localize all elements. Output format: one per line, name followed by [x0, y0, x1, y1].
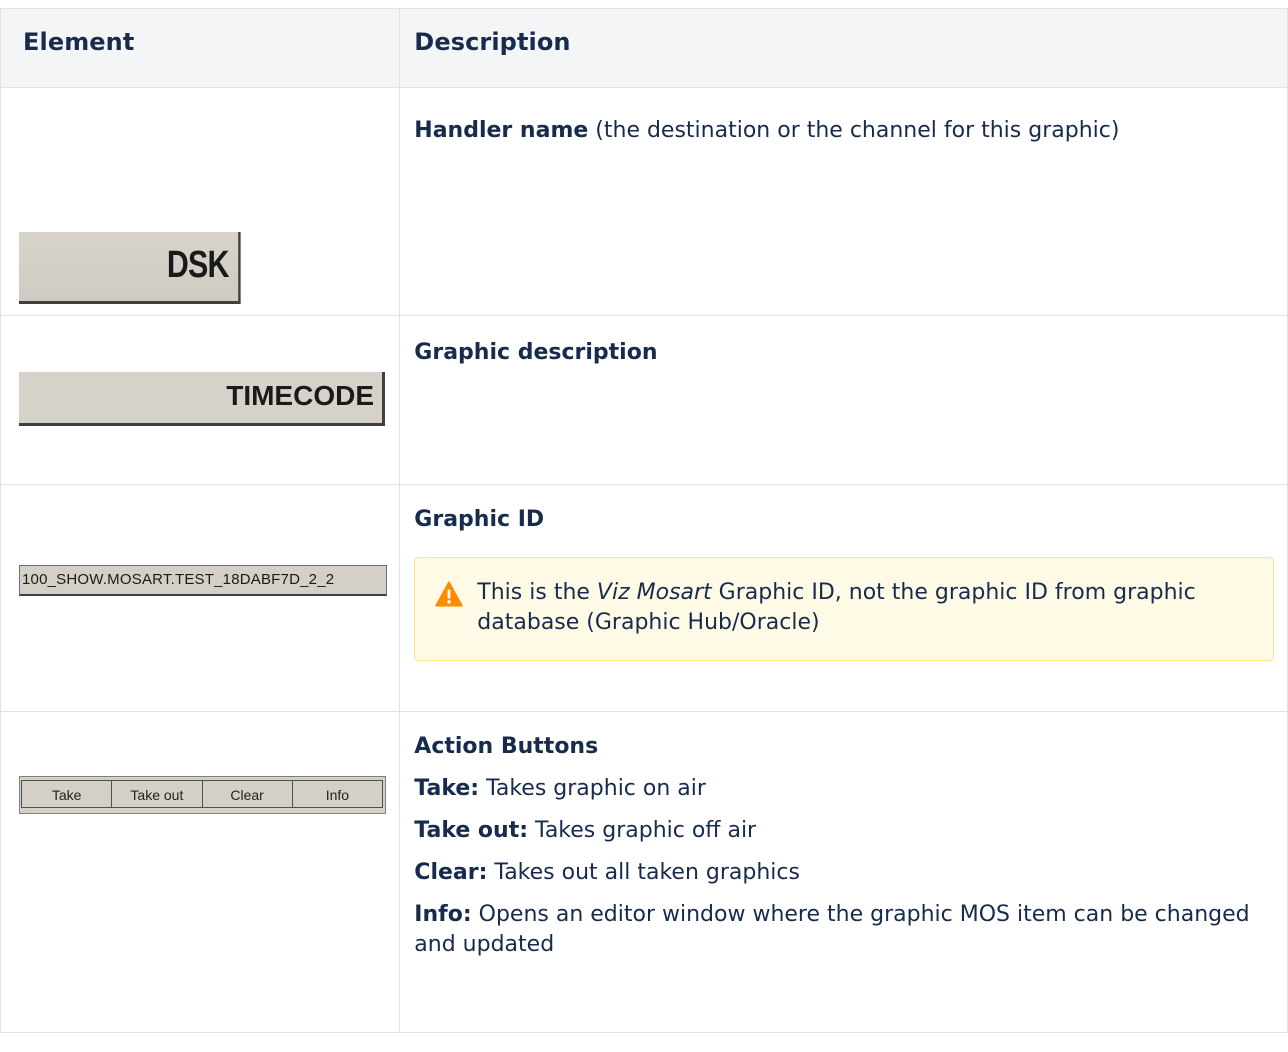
element-description-table: Element Description DSK Handler name (th… [0, 8, 1288, 1033]
row-title: Handler name [414, 118, 589, 143]
action-item-text: Takes graphic off air [528, 818, 757, 843]
action-item-clear: Clear: Takes out all taken graphics [414, 858, 1275, 888]
action-buttons-image: Take Take out Clear Info [19, 776, 386, 814]
header-element-label: Element [23, 28, 135, 56]
action-item-label: Take out: [414, 818, 529, 843]
header-description-label: Description [414, 28, 571, 56]
warning-icon [435, 581, 464, 607]
description-cell: Handler name (the destination or the cha… [399, 87, 1288, 316]
header-element: Element [0, 8, 401, 88]
action-item-text: Takes graphic on air [479, 776, 706, 801]
graphic-description-field-image: TIMECODE [19, 372, 385, 426]
header-description: Description [399, 8, 1288, 88]
action-item-label: Clear: [414, 860, 488, 885]
action-item-label: Take: [414, 776, 480, 801]
action-item-label: Info: [414, 902, 472, 927]
handler-name-field-image: DSK [19, 232, 241, 304]
warning-text-start: This is the [477, 580, 597, 605]
row-title: Action Buttons [414, 734, 599, 759]
warning-text: This is the Viz Mosart Graphic ID, not t… [477, 578, 1253, 638]
element-cell: TIMECODE [0, 315, 401, 485]
clear-button-image: Clear [201, 780, 293, 808]
action-item-take: Take: Takes graphic on air [414, 774, 1275, 804]
description-cell: Action Buttons Take: Takes graphic on ai… [399, 711, 1288, 1033]
warning-product-name: Viz Mosart [596, 580, 712, 605]
take-out-button-image: Take out [111, 780, 203, 808]
element-cell: 100_SHOW.MOSART.TEST_18DABF7D_2_2 [0, 484, 401, 712]
warning-panel: This is the Viz Mosart Graphic ID, not t… [414, 557, 1275, 661]
action-item-text: Takes out all taken graphics [487, 860, 800, 885]
info-button-image: Info [291, 780, 383, 808]
element-cell: Take Take out Clear Info [0, 711, 401, 1033]
element-cell: DSK [0, 87, 401, 316]
table-row: Take Take out Clear Info Action Buttons … [0, 711, 1288, 1033]
graphic-id-field-image: 100_SHOW.MOSART.TEST_18DABF7D_2_2 [19, 565, 387, 596]
description-cell: Graphic ID This is the Viz Mosart Graphi… [399, 484, 1288, 712]
take-button-image: Take [21, 780, 113, 808]
action-item-take-out: Take out: Takes graphic off air [414, 816, 1275, 846]
table-header-row: Element Description [0, 8, 1288, 88]
action-item-text: Opens an editor window where the graphic… [414, 902, 1250, 957]
row-subtitle: (the destination or the channel for this… [588, 118, 1120, 143]
row-title: Graphic description [414, 340, 658, 365]
table-row: TIMECODE Graphic description [0, 315, 1288, 485]
table-row: DSK Handler name (the destination or the… [0, 87, 1288, 316]
description-cell: Graphic description [399, 315, 1288, 485]
action-item-info: Info: Opens an editor window where the g… [414, 900, 1275, 960]
table-row: 100_SHOW.MOSART.TEST_18DABF7D_2_2 Graphi… [0, 484, 1288, 712]
row-title: Graphic ID [414, 507, 545, 532]
